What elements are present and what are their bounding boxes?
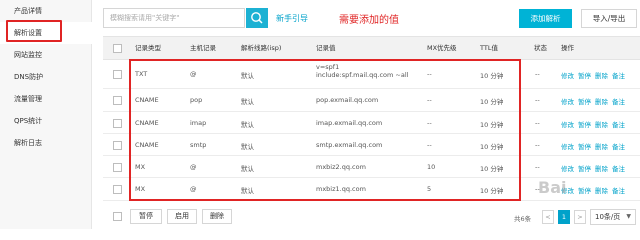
delete-link[interactable]: 删除 <box>595 72 608 80</box>
beginner-guide-link[interactable]: 新手引导 <box>276 13 308 24</box>
row-actions: 修改 暂停 删除 备注 <box>561 185 629 195</box>
column-header-line: 解析线路(isp) <box>241 44 282 52</box>
select-all-checkbox[interactable] <box>113 44 122 53</box>
pause-link[interactable]: 暂停 <box>578 121 591 129</box>
row-checkbox[interactable] <box>113 119 122 128</box>
table-header: 记录类型 主机记录 解析线路(isp) 记录值 MX优先级 TTL值 状态 操作 <box>103 36 640 60</box>
column-header-status: 状态 <box>534 44 547 52</box>
column-header-mx: MX优先级 <box>427 44 457 52</box>
status-value: -- <box>535 141 540 149</box>
column-header-host: 主机记录 <box>190 44 216 52</box>
row-actions: 修改 暂停 删除 备注 <box>561 96 629 106</box>
active-item-highlight <box>6 20 62 42</box>
sidebar-item-resolution-log[interactable]: 解析日志 <box>0 132 92 154</box>
row-checkbox[interactable] <box>113 163 122 172</box>
annotation-callout: 需要添加的值 <box>339 15 399 26</box>
page-number-button[interactable]: 1 <box>558 210 570 224</box>
sidebar-item-qps-stats[interactable]: QPS统计 <box>0 110 92 132</box>
column-header-type: 记录类型 <box>135 44 161 52</box>
pause-link[interactable]: 暂停 <box>578 98 591 106</box>
row-actions: 修改 暂停 删除 备注 <box>561 163 629 173</box>
modify-link[interactable]: 修改 <box>561 165 574 173</box>
status-value: -- <box>535 96 540 104</box>
sidebar: 产品详情 解析设置 网站监控 DNS防护 流量管理 QPS统计 解析日志 <box>0 0 92 229</box>
modify-link[interactable]: 修改 <box>561 121 574 129</box>
column-header-actions: 操作 <box>561 44 574 52</box>
row-actions: 修改 暂停 删除 备注 <box>561 70 629 80</box>
delete-link[interactable]: 删除 <box>595 143 608 151</box>
search-input[interactable] <box>104 9 244 27</box>
batch-delete-button[interactable]: 删除 <box>202 209 232 224</box>
watermark-text: Bai <box>538 178 567 197</box>
row-checkbox[interactable] <box>113 185 122 194</box>
delete-link[interactable]: 删除 <box>595 121 608 129</box>
remark-link[interactable]: 备注 <box>612 72 625 80</box>
column-header-ttl: TTL值 <box>480 44 498 52</box>
footer-select-all-checkbox[interactable] <box>113 212 122 221</box>
sidebar-item-product-details[interactable]: 产品详情 <box>0 0 92 22</box>
import-export-button[interactable]: 导入/导出 <box>581 9 637 28</box>
row-checkbox[interactable] <box>113 96 122 105</box>
remark-link[interactable]: 备注 <box>612 143 625 151</box>
sidebar-item-label: 网站监控 <box>14 51 42 59</box>
sidebar-item-label: QPS统计 <box>14 117 43 125</box>
sidebar-item-traffic-management[interactable]: 流量管理 <box>0 88 92 110</box>
column-header-value: 记录值 <box>316 44 336 52</box>
add-record-button[interactable]: 添加解析 <box>519 9 572 28</box>
delete-link[interactable]: 删除 <box>595 165 608 173</box>
prev-page-button[interactable]: < <box>542 210 554 224</box>
sidebar-item-dns-protection[interactable]: DNS防护 <box>0 66 92 88</box>
pause-link[interactable]: 暂停 <box>578 165 591 173</box>
remark-link[interactable]: 备注 <box>612 165 625 173</box>
status-value: -- <box>535 70 540 78</box>
row-checkbox[interactable] <box>113 70 122 79</box>
modify-link[interactable]: 修改 <box>561 98 574 106</box>
search-icon <box>251 12 263 24</box>
modify-link[interactable]: 修改 <box>561 72 574 80</box>
search-button[interactable] <box>246 8 268 28</box>
pause-link[interactable]: 暂停 <box>578 187 591 195</box>
status-value: -- <box>535 163 540 171</box>
sidebar-item-label: 解析日志 <box>14 139 42 147</box>
sidebar-item-label: 流量管理 <box>14 95 42 103</box>
total-count: 共6条 <box>514 215 532 223</box>
table-footer: 暂停 启用 删除 共6条 < 1 > 10条/页 ▼ <box>103 205 640 229</box>
page-size-select[interactable]: 10条/页 ▼ <box>590 209 636 225</box>
delete-link[interactable]: 删除 <box>595 187 608 195</box>
batch-enable-button[interactable]: 启用 <box>167 209 197 224</box>
batch-pause-button[interactable]: 暂停 <box>130 209 162 224</box>
sidebar-item-label: 产品详情 <box>14 7 42 15</box>
remark-link[interactable]: 备注 <box>612 121 625 129</box>
records-highlight-box <box>129 59 521 201</box>
status-value: -- <box>535 119 540 127</box>
row-actions: 修改 暂停 删除 备注 <box>561 141 629 151</box>
pause-link[interactable]: 暂停 <box>578 72 591 80</box>
sidebar-item-site-monitoring[interactable]: 网站监控 <box>0 44 92 66</box>
remark-link[interactable]: 备注 <box>612 187 625 195</box>
pause-link[interactable]: 暂停 <box>578 143 591 151</box>
row-actions: 修改 暂停 删除 备注 <box>561 119 629 129</box>
search-box <box>103 8 245 28</box>
modify-link[interactable]: 修改 <box>561 143 574 151</box>
row-checkbox[interactable] <box>113 141 122 150</box>
chevron-down-icon: ▼ <box>626 213 631 220</box>
next-page-button[interactable]: > <box>574 210 586 224</box>
sidebar-item-label: DNS防护 <box>14 73 44 81</box>
delete-link[interactable]: 删除 <box>595 98 608 106</box>
page-size-value: 10条/页 <box>595 213 621 221</box>
remark-link[interactable]: 备注 <box>612 98 625 106</box>
